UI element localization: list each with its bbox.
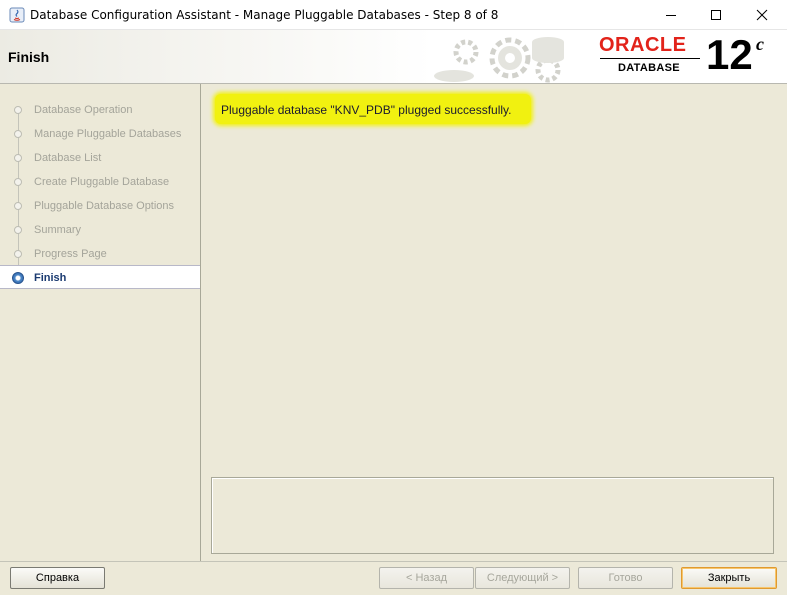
step-done-icon [14, 106, 22, 114]
step-done-icon [14, 130, 22, 138]
step-label: Manage Pluggable Databases [34, 128, 182, 140]
next-button[interactable]: Следующий > [475, 567, 570, 589]
minimize-icon [666, 15, 676, 16]
window-title: Database Configuration Assistant - Manag… [30, 8, 499, 22]
step-label: Database Operation [34, 104, 133, 116]
maximize-button[interactable] [693, 0, 739, 30]
maximize-icon [711, 10, 721, 20]
step-progress-page[interactable]: Progress Page [0, 242, 200, 266]
main-panel: Database Operation Manage Pluggable Data… [0, 84, 787, 561]
step-pluggable-database-options[interactable]: Pluggable Database Options [0, 194, 200, 218]
back-button[interactable]: < Назад [379, 567, 474, 589]
oracle-logo-version: 12 [706, 31, 753, 78]
step-done-icon [14, 178, 22, 186]
steps-sidebar: Database Operation Manage Pluggable Data… [0, 84, 201, 561]
java-app-icon [9, 7, 25, 23]
oracle-logo-product: DATABASE [618, 62, 680, 74]
step-label: Pluggable Database Options [34, 200, 175, 212]
step-done-icon [14, 226, 22, 234]
button-bar: Справка < Назад Следующий > Готово Закры… [0, 561, 787, 595]
step-active-icon [12, 272, 24, 284]
step-create-pluggable-database[interactable]: Create Pluggable Database [0, 170, 200, 194]
window-title-bar: Database Configuration Assistant - Manag… [0, 0, 787, 30]
details-text-area[interactable] [211, 477, 774, 554]
step-done-icon [14, 154, 22, 162]
step-database-list[interactable]: Database List [0, 146, 200, 170]
step-label: Progress Page [34, 248, 107, 260]
finish-button[interactable]: Готово [578, 567, 673, 589]
success-message: Pluggable database "KNV_PDB" plugged suc… [221, 103, 512, 117]
step-label: Database List [34, 152, 102, 164]
step-label: Create Pluggable Database [34, 176, 170, 188]
step-finish[interactable]: Finish [0, 265, 200, 289]
step-manage-pluggable-databases[interactable]: Manage Pluggable Databases [0, 122, 200, 146]
step-done-icon [14, 202, 22, 210]
oracle-logo-brand: ORACLE [599, 34, 687, 56]
content-area: Pluggable database "KNV_PDB" plugged suc… [201, 84, 787, 561]
gears-decoration-icon [434, 37, 564, 83]
step-label: Finish [34, 272, 67, 284]
close-button[interactable]: Закрыть [681, 567, 777, 589]
oracle-logo-divider [600, 58, 700, 59]
header-banner: Finish ORACLE DATABASE 12 c [0, 30, 787, 84]
help-button[interactable]: Справка [10, 567, 105, 589]
close-icon [756, 9, 768, 21]
step-done-icon [14, 250, 22, 258]
page-title: Finish [8, 49, 50, 65]
minimize-button[interactable] [648, 0, 694, 30]
step-label: Summary [34, 224, 82, 236]
step-database-operation[interactable]: Database Operation [0, 98, 200, 122]
oracle-logo-version-suffix: c [756, 34, 764, 54]
close-window-button[interactable] [739, 0, 785, 30]
step-summary[interactable]: Summary [0, 218, 200, 242]
